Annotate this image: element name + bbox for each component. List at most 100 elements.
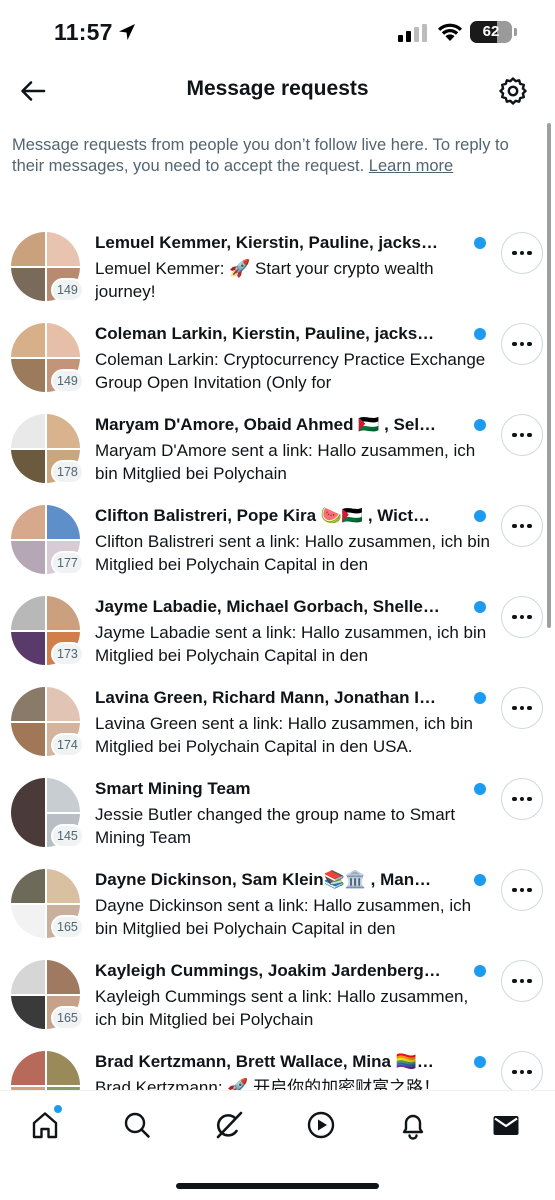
unread-indicator [474, 692, 486, 704]
nav-search[interactable] [119, 1107, 155, 1143]
avatar-photo [45, 960, 80, 995]
grok-icon [216, 1111, 243, 1139]
request-row[interactable]: 178 Maryam D'Amore, Obaid Ahmed 🇵🇸 , Sel…… [0, 400, 555, 491]
more-options-button[interactable] [501, 1051, 543, 1090]
avatar-photo [11, 994, 46, 1029]
request-row[interactable]: 145 Smart Mining Team Jessie Butler change… [0, 764, 555, 855]
avatar-photo [45, 232, 80, 267]
member-count-badge: 178 [51, 460, 84, 484]
nav-videos[interactable] [303, 1107, 339, 1143]
ellipsis-icon [512, 523, 532, 529]
battery-tip [514, 28, 517, 36]
request-row[interactable]: 173 Jayme Labadie, Michael Gorbach, Shell… [0, 582, 555, 673]
unread-indicator [474, 419, 486, 431]
conversation-title: Jayme Labadie, Michael Gorbach, Shelle… [95, 597, 440, 616]
nav-messages[interactable] [488, 1107, 524, 1143]
page-title: Message requests [186, 77, 369, 100]
request-row[interactable]: 177 Clifton Balistreri, Pope Kira 🍉🇵🇸 , W… [0, 491, 555, 582]
more-options-button[interactable] [501, 869, 543, 911]
more-options-button[interactable] [501, 505, 543, 547]
message-preview: Maryam D'Amore sent a link: Hallo zusamm… [95, 441, 476, 483]
more-options-button[interactable] [501, 232, 543, 274]
home-icon [32, 1112, 58, 1139]
avatar-photo [11, 721, 46, 756]
message-preview: Coleman Larkin: Cryptocurrency Practice … [95, 350, 486, 392]
avatar-photo [45, 1051, 80, 1086]
unread-indicator [474, 783, 486, 795]
location-arrow-icon [119, 24, 135, 40]
avatar-photo [11, 778, 46, 847]
avatar-photo [45, 505, 80, 540]
avatar-photo [45, 778, 80, 813]
request-row[interactable]: 149 Lemuel Kemmer, Kierstin, Pauline, jac… [0, 218, 555, 309]
conversation-title: Maryam D'Amore, Obaid Ahmed 🇵🇸 , Sel… [95, 415, 437, 434]
more-options-button[interactable] [501, 414, 543, 456]
ellipsis-icon [512, 796, 532, 802]
battery-level: 62 [482, 23, 500, 40]
member-count-badge: 173 [51, 642, 84, 666]
avatar-photo [11, 630, 46, 665]
more-options-button[interactable] [501, 596, 543, 638]
more-options-button[interactable] [501, 687, 543, 729]
unread-indicator [474, 510, 486, 522]
group-avatar [11, 1051, 80, 1090]
avatar-divider [11, 265, 80, 268]
nav-grok[interactable] [211, 1107, 247, 1143]
avatar-photo [45, 596, 80, 631]
avatar-photo [45, 414, 80, 449]
unread-indicator [474, 601, 486, 613]
request-row[interactable]: 165 Kayleigh Cummings, Joakim Jardenberg…… [0, 946, 555, 1037]
request-row[interactable]: 174 Lavina Green, Richard Mann, Jonathan … [0, 673, 555, 764]
avatar-divider [11, 1084, 80, 1087]
ellipsis-icon [512, 250, 532, 256]
unread-indicator [474, 1056, 486, 1068]
ellipsis-icon [512, 705, 532, 711]
mail-icon [493, 1116, 519, 1135]
avatar-photo [45, 323, 80, 358]
unread-indicator [474, 965, 486, 977]
request-row[interactable]: Brad Kertzmann, Brett Wallace, Mina 🏳️‍🌈… [0, 1037, 555, 1090]
avatar-divider [11, 720, 80, 723]
home-notification-dot [54, 1105, 62, 1113]
avatar-photo [11, 323, 46, 358]
conversation-title: Smart Mining Team [95, 779, 251, 798]
message-preview: Lavina Green sent a link: Hallo zusammen… [95, 714, 473, 756]
message-preview: Brad Kertzmann: 🚀 开启你的加密财富之路！ [95, 1078, 441, 1090]
home-indicator [176, 1183, 379, 1189]
ellipsis-icon [512, 887, 532, 893]
avatar-photo [11, 1051, 46, 1086]
ellipsis-icon [512, 614, 532, 620]
message-preview: Kayleigh Cummings sent a link: Hallo zus… [95, 987, 469, 1029]
avatar-divider [11, 993, 80, 996]
avatar-photo [11, 869, 46, 904]
message-preview: Dayne Dickinson sent a link: Hallo zusam… [95, 896, 472, 938]
settings-button[interactable] [496, 74, 530, 108]
gear-icon [499, 77, 527, 105]
avatar-photo [11, 448, 46, 483]
more-options-button[interactable] [501, 960, 543, 1002]
video-play-icon [307, 1111, 335, 1139]
conversation-title: Coleman Larkin, Kierstin, Pauline, jacks… [95, 324, 435, 343]
member-count-badge: 177 [51, 551, 84, 575]
avatar-divider [11, 629, 80, 632]
ellipsis-icon [512, 978, 532, 984]
request-row[interactable]: 149 Coleman Larkin, Kierstin, Pauline, ja… [0, 309, 555, 400]
request-row[interactable]: 165 Dayne Dickinson, Sam Klein📚🏛️ , Man… D… [0, 855, 555, 946]
battery-icon: 62 [470, 21, 512, 43]
header: Message requests [0, 62, 555, 118]
message-preview: Jayme Labadie sent a link: Hallo zusamme… [95, 623, 487, 665]
unread-indicator [474, 328, 486, 340]
avatar-divider [11, 447, 80, 450]
nav-notifications[interactable] [395, 1107, 431, 1143]
member-count-badge: 165 [51, 915, 84, 939]
more-options-button[interactable] [501, 778, 543, 820]
learn-more-link[interactable]: Learn more [369, 157, 453, 175]
avatar-divider [11, 902, 80, 905]
avatar-photo [11, 357, 46, 392]
conversation-title: Clifton Balistreri, Pope Kira 🍉🇵🇸 , Wict… [95, 506, 431, 525]
member-count-badge: 165 [51, 1006, 84, 1030]
avatar-divider [45, 811, 80, 814]
more-options-button[interactable] [501, 323, 543, 365]
avatar-photo [11, 539, 46, 574]
conversation-title: Brad Kertzmann, Brett Wallace, Mina 🏳️‍🌈… [95, 1052, 434, 1071]
